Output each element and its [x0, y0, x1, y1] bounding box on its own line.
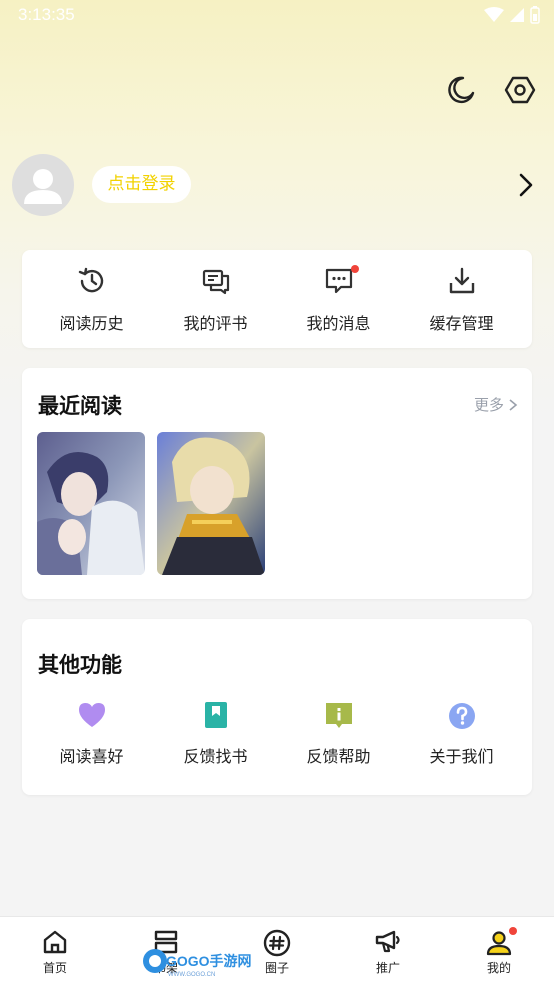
signal-icon	[510, 8, 524, 22]
status-icons	[484, 6, 540, 24]
hexagon-settings-icon[interactable]	[502, 72, 538, 108]
info-flag-icon	[325, 703, 352, 728]
more-link[interactable]: 更多	[474, 394, 518, 415]
bookmark-icon	[204, 702, 227, 728]
reading-history-button[interactable]: 阅读历史	[28, 250, 155, 348]
quick-action-label: 缓存管理	[429, 314, 494, 333]
tab-label: 推广	[375, 961, 400, 975]
home-icon	[43, 930, 67, 954]
login-button[interactable]: 点击登录	[92, 166, 191, 203]
feature-label: 关于我们	[429, 747, 494, 766]
feature-label: 反馈找书	[183, 747, 248, 766]
tab-home[interactable]: 首页	[0, 917, 110, 984]
chevron-right-small-icon	[509, 398, 518, 411]
status-bar: 3:13:35	[0, 0, 554, 32]
question-icon	[448, 703, 475, 729]
quick-action-label: 我的评书	[183, 314, 248, 333]
more-label: 更多	[473, 396, 504, 414]
moon-icon[interactable]	[442, 72, 478, 108]
reading-preference-button[interactable]: 阅读喜好	[28, 697, 155, 777]
tab-label: 我的	[486, 961, 511, 975]
message-bubble-icon	[325, 268, 352, 294]
wifi-icon	[484, 7, 504, 22]
heart-icon	[78, 703, 105, 727]
book-cover-1	[37, 432, 145, 575]
feedback-find-book-button[interactable]: 反馈找书	[152, 697, 279, 777]
hashtag-icon	[263, 929, 291, 957]
header-background	[0, 0, 554, 420]
message-badge	[351, 265, 359, 273]
chevron-right-icon[interactable]	[514, 172, 538, 198]
download-tray-icon	[449, 267, 474, 294]
mine-badge	[509, 927, 517, 935]
battery-icon	[530, 6, 540, 24]
feedback-help-button[interactable]: 反馈帮助	[275, 697, 402, 777]
feature-label: 反馈帮助	[306, 747, 371, 766]
gogo-logo-icon: GOGO手游网 WWW.GOGO.CN	[143, 949, 252, 978]
watermark-text: GOGO手游网	[166, 953, 252, 969]
watermark-subtext: WWW.GOGO.CN	[168, 972, 215, 978]
cache-manage-button[interactable]: 缓存管理	[398, 250, 525, 348]
history-clock-icon	[78, 267, 103, 293]
tab-label: 首页	[42, 961, 67, 975]
my-reviews-button[interactable]: 我的评书	[152, 250, 279, 348]
tab-mine[interactable]: 我的	[444, 917, 554, 984]
book-cover[interactable]	[157, 432, 265, 575]
feature-label: 阅读喜好	[59, 747, 124, 766]
default-avatar-icon	[24, 169, 62, 204]
my-messages-button[interactable]: 我的消息	[275, 250, 402, 348]
megaphone-icon	[375, 930, 400, 953]
comments-icon	[202, 269, 229, 295]
quick-action-label: 阅读历史	[59, 314, 124, 333]
watermark-logo: GOGO手游网 WWW.GOGO.CN	[140, 944, 252, 978]
other-features-card: 其他功能 阅读喜好 反馈找书 反馈帮助 关于我们	[22, 619, 532, 795]
book-cover[interactable]	[37, 432, 145, 575]
book-cover-2	[157, 432, 265, 575]
bottom-tab-bar: 首页 书架 圈子 推广 我的	[0, 916, 554, 984]
recent-title: 最近阅读	[38, 394, 122, 418]
quick-action-label: 我的消息	[306, 314, 371, 333]
avatar[interactable]	[12, 154, 74, 216]
about-us-button[interactable]: 关于我们	[398, 697, 525, 777]
tab-promote[interactable]: 推广	[333, 917, 443, 984]
recent-reading-card: 最近阅读 更多	[22, 368, 532, 599]
quick-actions-card: 阅读历史 我的评书 我的消息 缓存管理	[22, 250, 532, 348]
status-time: 3:13:35	[18, 5, 75, 24]
other-title: 其他功能	[38, 653, 122, 677]
